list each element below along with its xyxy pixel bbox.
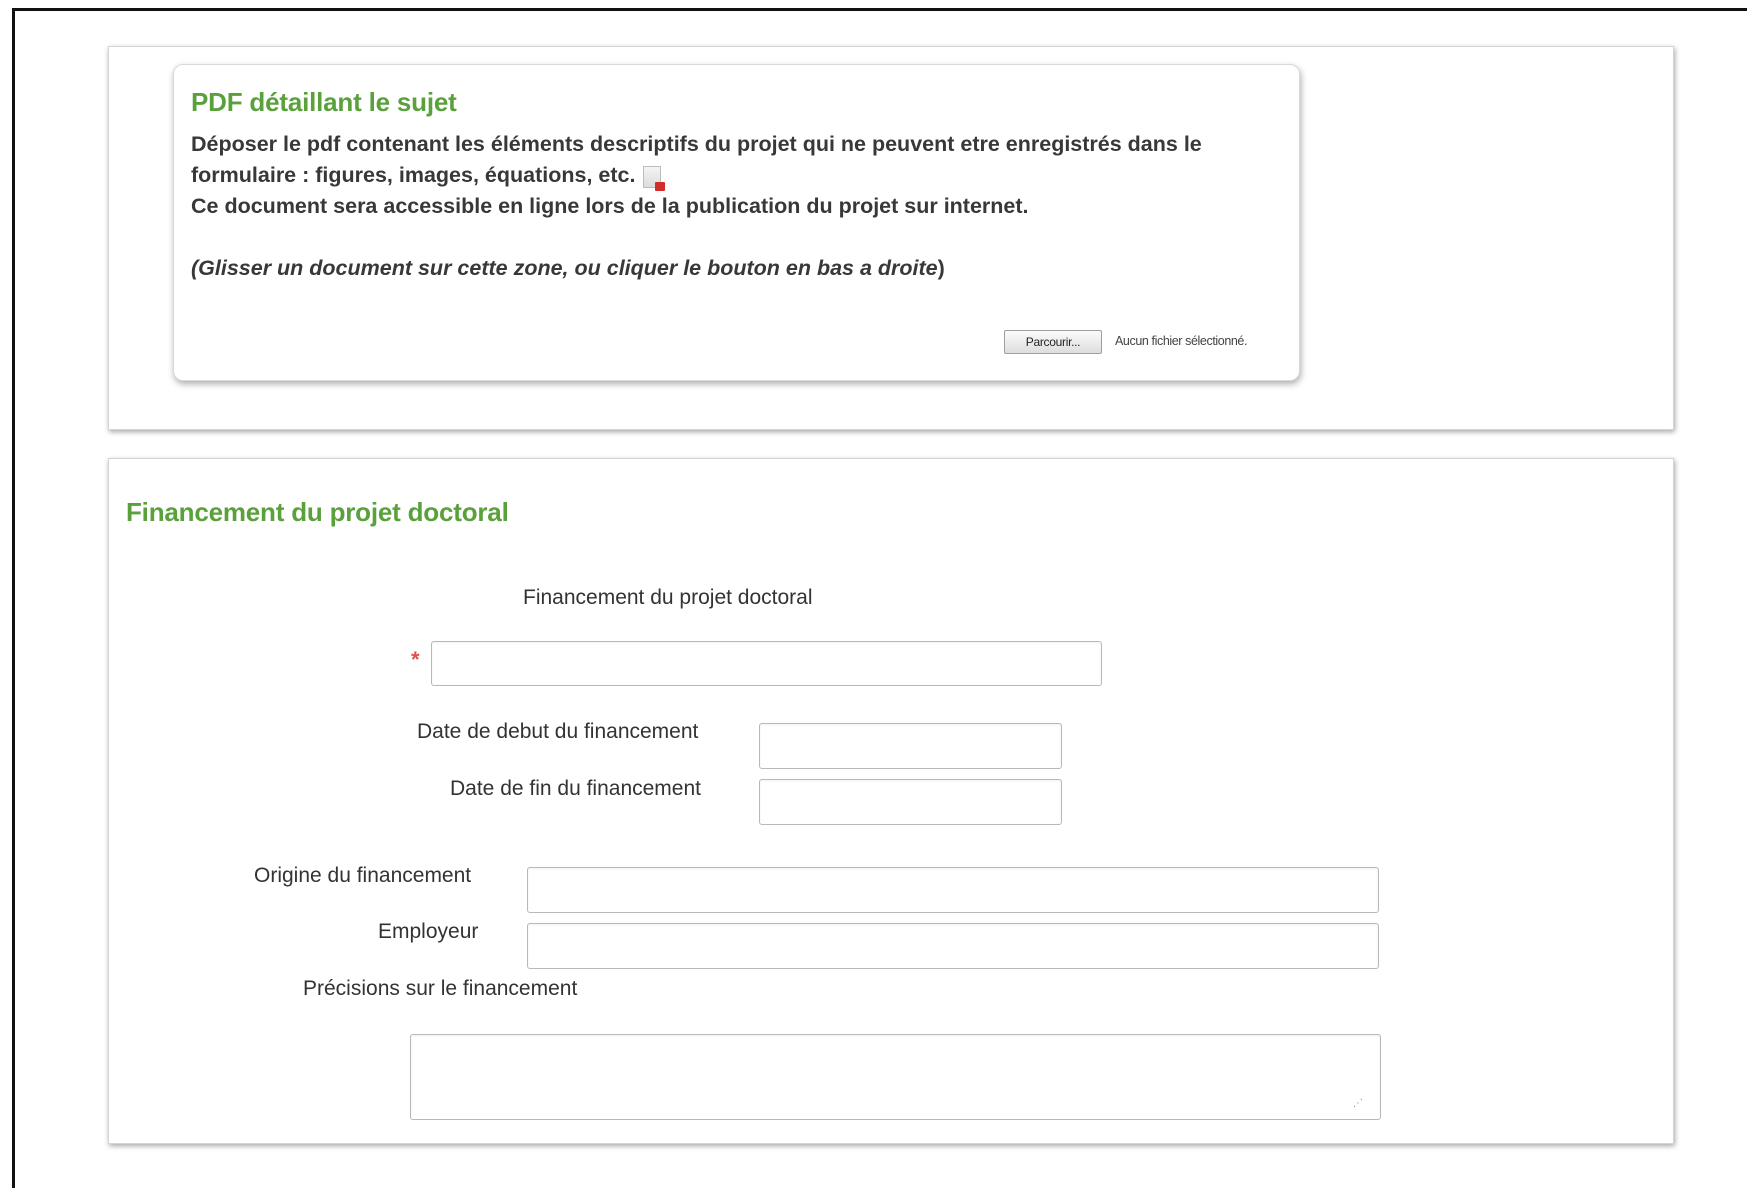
pdf-file-icon: [643, 166, 666, 191]
employer-input[interactable]: [527, 923, 1379, 969]
end-date-label: Date de fin du financement: [450, 777, 701, 800]
no-file-selected-text: Aucun fichier sélectionné.: [1115, 334, 1248, 348]
details-textarea[interactable]: [410, 1034, 1381, 1120]
drop-hint: (Glisser un document sur cette zone, ou …: [191, 253, 1286, 284]
pdf-upload-panel: PDF détaillant le sujet Déposer le pdf c…: [108, 46, 1674, 430]
origin-label: Origine du financement: [254, 864, 472, 887]
funding-panel: Financement du projet doctoral Financeme…: [108, 458, 1674, 1144]
end-date-input[interactable]: [759, 779, 1062, 825]
origin-input[interactable]: [527, 867, 1379, 913]
drop-hint-close: ): [937, 256, 945, 280]
pdf-description: Déposer le pdf contenant les éléments de…: [191, 129, 1286, 284]
start-date-label: Date de debut du financement: [417, 720, 699, 743]
pdf-section-title: PDF détaillant le sujet: [191, 87, 457, 117]
required-marker: *: [411, 647, 420, 672]
resize-grip-icon[interactable]: ⋰: [1353, 1099, 1367, 1111]
pdf-description-line-2: formulaire : figures, images, équations,…: [191, 160, 1286, 191]
funding-label: Financement du projet doctoral: [523, 586, 813, 609]
drop-hint-text: (Glisser un document sur cette zone, ou …: [191, 256, 938, 280]
pdf-drop-zone[interactable]: PDF détaillant le sujet Déposer le pdf c…: [173, 64, 1300, 381]
pdf-description-line-3: Ce document sera accessible en ligne lor…: [191, 194, 1029, 218]
pdf-description-line-2-text: formulaire : figures, images, équations,…: [191, 163, 636, 187]
details-label: Précisions sur le financement: [303, 977, 578, 1000]
employer-label: Employeur: [378, 920, 479, 943]
start-date-input[interactable]: [759, 723, 1062, 769]
funding-section-title: Financement du projet doctoral: [126, 497, 509, 527]
pdf-description-line-1: Déposer le pdf contenant les éléments de…: [191, 132, 1202, 156]
browse-button[interactable]: Parcourir...: [1004, 330, 1102, 354]
funding-input[interactable]: [431, 641, 1102, 686]
